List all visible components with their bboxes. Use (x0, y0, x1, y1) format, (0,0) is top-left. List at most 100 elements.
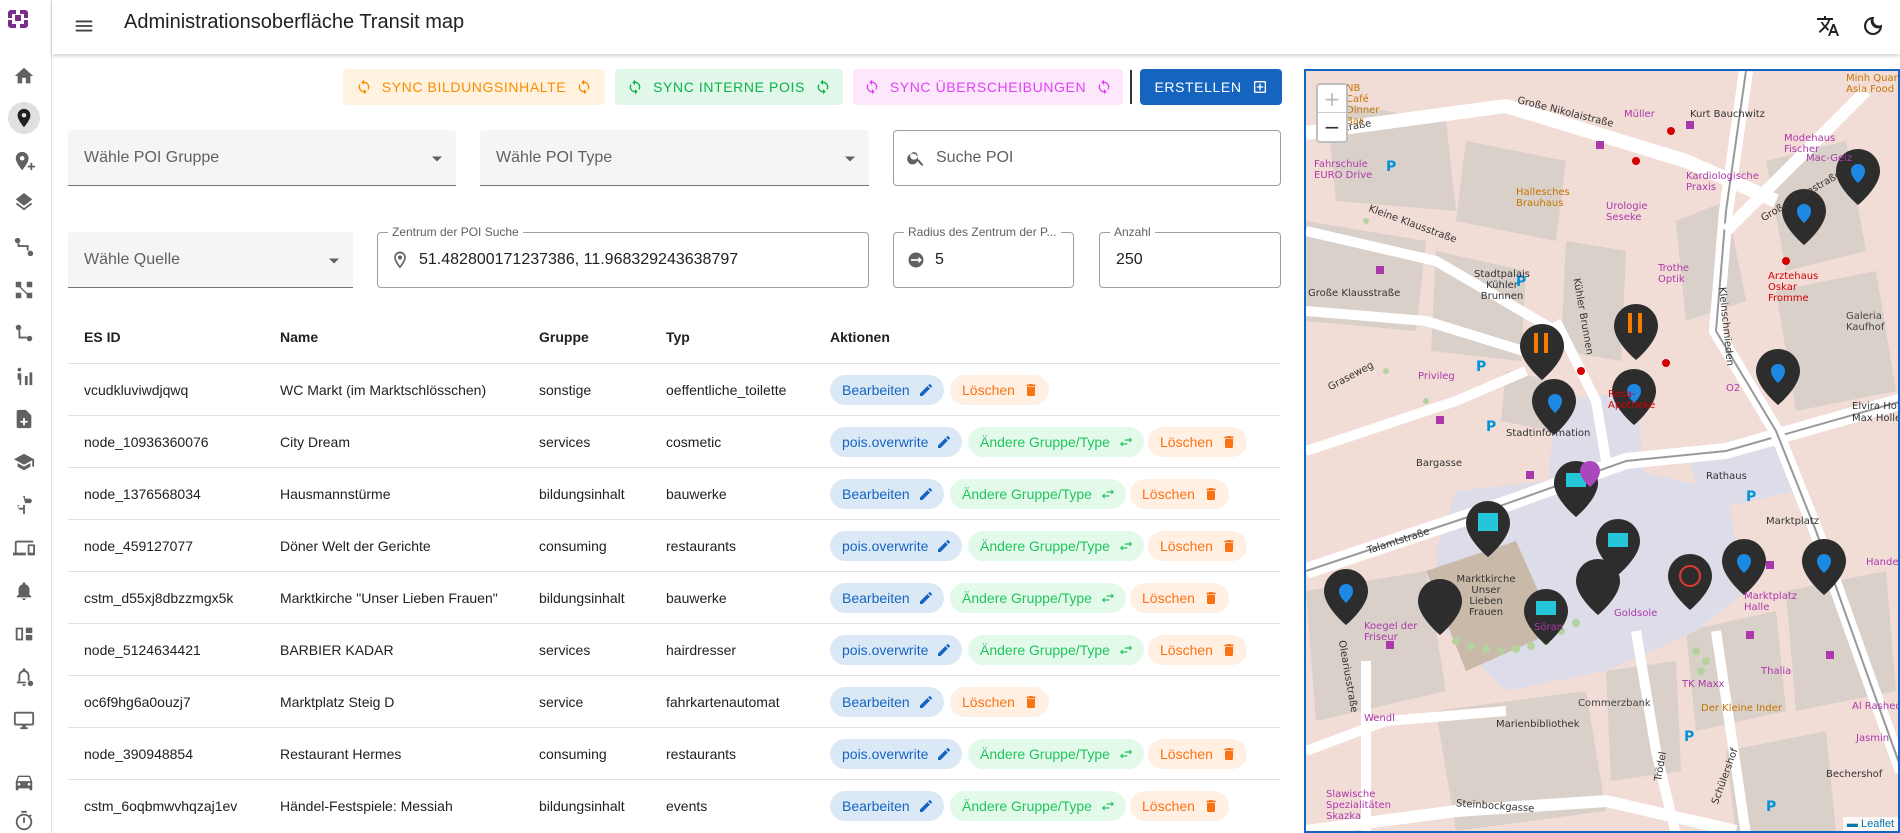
layers-icon (15, 193, 33, 211)
delete-button[interactable]: Löschen (1130, 478, 1229, 509)
sidebar-item-pois[interactable] (8, 102, 40, 134)
sidebar-item-network[interactable] (8, 274, 40, 306)
sidebar-item-stops[interactable] (8, 317, 40, 349)
map-label: Fahrschule EURO Drive (1314, 159, 1373, 181)
delete-button[interactable]: Löschen (1130, 582, 1229, 613)
cell-group: consuming (539, 745, 607, 762)
count-input[interactable]: Anzahl 250 (1099, 225, 1281, 288)
change-group-type-button[interactable]: Ändere Gruppe/Type (950, 478, 1126, 509)
change-group-type-button[interactable]: Ändere Gruppe/Type (968, 530, 1144, 561)
edit-button[interactable]: Bearbeiten (830, 582, 944, 613)
pencil-icon (938, 747, 951, 760)
table-row[interactable]: oc6f9hg6a0ouzj7 Marktplatz Steig D service… (68, 675, 1280, 727)
document-add-icon (16, 409, 32, 429)
table-row[interactable]: node_5124634421 BARBIER KADAR services hair… (68, 623, 1280, 675)
change-group-type-button[interactable]: Ändere Gruppe/Type (950, 790, 1126, 821)
sidebar-item-displays[interactable] (8, 618, 40, 650)
sidebar-item-home[interactable] (8, 60, 40, 92)
table-row[interactable]: vcudkluviwdjqwq WC Markt (im Marktschlöss… (68, 363, 1280, 415)
cell-name: WC Markt (im Marktschlösschen) (280, 381, 487, 398)
create-button[interactable]: ERSTELLEN (1140, 69, 1282, 105)
sidebar-item-routes[interactable] (8, 231, 40, 263)
monitor-icon (13, 711, 35, 730)
sidebar-item-add-location[interactable] (8, 145, 40, 177)
change-group-type-button[interactable]: Ändere Gruppe/Type (950, 582, 1126, 613)
translate-button[interactable] (1812, 10, 1844, 42)
sidebar-item-layers[interactable] (8, 188, 40, 220)
sidebar-item-accessibility[interactable] (8, 360, 40, 392)
cell-type: fahrkartenautomat (666, 693, 780, 710)
edit-button[interactable]: Bearbeiten (830, 478, 944, 509)
map-label: Mac-Geiz (1806, 153, 1853, 164)
sidebar-item-devices[interactable] (8, 532, 40, 564)
map-label: Urologie Seseke (1606, 201, 1648, 223)
delete-button[interactable]: Löschen (1148, 426, 1247, 457)
toolbar-divider (1130, 70, 1132, 104)
overwrite-button-label: pois.overwrite (842, 537, 929, 554)
zoom-in-button[interactable]: + (1318, 85, 1346, 113)
poi-group-select[interactable]: Wähle POI Gruppe (68, 130, 456, 186)
sidebar-item-timer[interactable] (8, 805, 40, 833)
sidebar-item-notifications[interactable] (8, 661, 40, 693)
change-group-type-button[interactable]: Ändere Gruppe/Type (968, 634, 1144, 665)
overwrite-button[interactable]: pois.overwrite (830, 426, 963, 457)
cell-name: BARBIER KADAR (280, 641, 394, 658)
change-group-type-button[interactable]: Ändere Gruppe/Type (968, 738, 1144, 769)
source-select[interactable]: Wähle Quelle (68, 232, 353, 288)
delete-button[interactable]: Löschen (1148, 634, 1247, 665)
radius-input[interactable]: Radius des Zentrum der P... 5 (893, 225, 1074, 288)
delete-button[interactable]: Löschen (1130, 790, 1229, 821)
poi-search-center-input[interactable]: Zentrum der POI Suche 51.482800171237386… (377, 225, 869, 288)
overwrite-button[interactable]: pois.overwrite (830, 738, 963, 769)
overwrite-button[interactable]: pois.overwrite (830, 530, 963, 561)
trash-icon (1206, 591, 1216, 604)
sidebar-item-alerts[interactable] (8, 575, 40, 607)
dark-mode-toggle[interactable] (1857, 10, 1889, 42)
delete-button[interactable]: Löschen (1148, 530, 1247, 561)
table-row[interactable]: cstm_6oqbmwvhqzaj1ev Händel-Festspiele: M… (68, 779, 1280, 831)
change-group-type-button[interactable]: Ändere Gruppe/Type (968, 426, 1144, 457)
delete-button[interactable]: Löschen (950, 686, 1049, 717)
sync-internal-pois-button[interactable]: SYNC INTERNE POIS (615, 69, 843, 105)
zoom-out-button[interactable]: − (1318, 113, 1346, 141)
map-label: Kardiologische Praxis (1686, 171, 1759, 193)
overwrite-button[interactable]: pois.overwrite (830, 634, 963, 665)
sidebar-item-vehicles[interactable] (8, 766, 40, 798)
menu-button[interactable] (68, 10, 100, 42)
poi-search-center-value: 51.482800171237386, 11.968329243638797 (419, 251, 739, 268)
sidebar-item-monitor[interactable] (8, 704, 40, 736)
trash-icon (1224, 539, 1234, 552)
sidebar-item-signs[interactable] (8, 489, 40, 521)
table-row[interactable]: node_459127077 Döner Welt der Gerichte con… (68, 519, 1280, 571)
map-label: Bechershof (1826, 769, 1883, 780)
table-row[interactable]: node_390948854 Restaurant Hermes consuming… (68, 727, 1280, 779)
delete-button-label: Löschen (1160, 641, 1213, 658)
map-label: Söran (1534, 622, 1564, 633)
search-poi-input[interactable]: Suche POI (893, 130, 1281, 186)
sidebar-item-education[interactable] (8, 446, 40, 478)
table-row[interactable]: cstm_d55xj8dbzzmgx5k Marktkirche "Unser L… (68, 571, 1280, 623)
trash-icon (1206, 799, 1216, 812)
delete-button[interactable]: Löschen (1148, 738, 1247, 769)
sync-overwrites-button[interactable]: SYNC ÜBERSCHEIBUNGEN (853, 69, 1123, 105)
map-label: NB Café Dinner Bar (1346, 83, 1380, 127)
map-label: Galeria Kaufhof (1846, 311, 1885, 333)
source-placeholder: Wähle Quelle (84, 250, 181, 268)
poi-type-select[interactable]: Wähle POI Type (480, 130, 869, 186)
edit-button[interactable]: Bearbeiten (830, 374, 944, 405)
trash-icon (1224, 643, 1234, 656)
sync-education-button[interactable]: SYNC BILDUNGSINHALTE (343, 69, 605, 105)
map-attribution[interactable]: ▬ Leaflet (1842, 817, 1898, 831)
edit-button[interactable]: Bearbeiten (830, 790, 944, 821)
car-icon (15, 775, 33, 791)
table-row[interactable]: node_1376568034 Hausmannstürme bildungsinh… (68, 467, 1280, 519)
location-search-icon (390, 250, 410, 270)
change-group-type-button-label: Ändere Gruppe/Type (962, 797, 1092, 814)
table-row[interactable]: node_10936360076 City Dream services cosmet… (68, 415, 1280, 467)
map-label: Handel (1866, 557, 1900, 568)
map-view[interactable]: P P P P P P P + − Große Nikolaistraße Kl… (1304, 69, 1900, 833)
edit-button[interactable]: Bearbeiten (830, 686, 944, 717)
pencil-icon (919, 695, 932, 708)
delete-button[interactable]: Löschen (950, 374, 1049, 405)
sidebar-item-documents[interactable] (8, 403, 40, 435)
